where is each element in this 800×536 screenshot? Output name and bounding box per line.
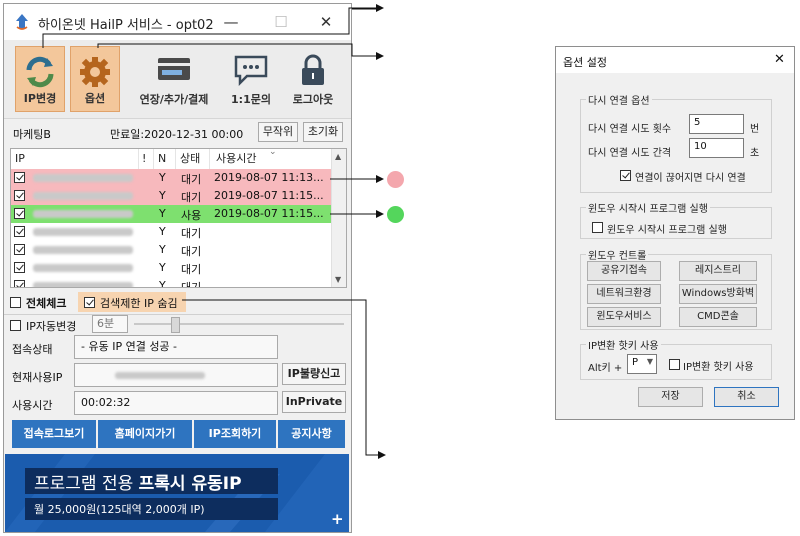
dialog-title-bar: 옵션 설정 ✕ <box>556 47 794 73</box>
dialog-save-button[interactable]: 저장 <box>638 387 703 407</box>
options-dialog: 옵션 설정 ✕ 다시 연결 옵션 다시 연결 시도 횟수 5 번 다시 연결 시… <box>555 46 795 420</box>
router-access-button[interactable]: 공유기접속 <box>587 261 661 281</box>
reconnect-group-title: 다시 연결 옵션 <box>586 92 652 107</box>
retry-count-label: 다시 연결 시도 횟수 <box>588 124 672 135</box>
hotkey-group-title: IP변환 핫키 사용 <box>586 337 661 352</box>
retry-interval-unit: 초 <box>750 148 760 159</box>
startup-checkbox[interactable] <box>592 222 603 233</box>
reconnect-on-drop-checkbox[interactable] <box>620 170 631 181</box>
network-env-button[interactable]: 네트워크환경 <box>587 284 661 304</box>
retry-interval-input[interactable]: 10 <box>689 138 744 158</box>
hotkey-checkbox[interactable] <box>669 359 680 370</box>
dialog-title: 옵션 설정 <box>563 56 607 69</box>
retry-count-input[interactable]: 5 <box>689 114 744 134</box>
reconnect-on-drop-label: 연결이 끊어지면 다시 연결 <box>635 173 746 184</box>
retry-count-unit: 번 <box>750 124 760 135</box>
firewall-button[interactable]: Windows방화벽 <box>679 284 757 304</box>
startup-group-title: 윈도우 시작시 프로그램 실행 <box>586 200 710 215</box>
hotkey-label: IP변환 핫키 사용 <box>683 362 754 373</box>
dialog-cancel-button[interactable]: 취소 <box>714 387 779 407</box>
hotkey-select[interactable]: P ▼ <box>627 354 657 374</box>
registry-button[interactable]: 레지스트리 <box>679 261 757 281</box>
windows-services-button[interactable]: 윈도우서비스 <box>587 307 661 327</box>
green-status-marker <box>387 206 404 223</box>
cmd-console-button[interactable]: CMD콘솔 <box>679 307 757 327</box>
chevron-down-icon: ▼ <box>646 357 653 366</box>
controls-group-title: 윈도우 컨트롤 <box>586 247 649 262</box>
hotkey-select-value: P <box>632 357 639 368</box>
startup-label: 윈도우 시작시 프로그램 실행 <box>607 225 727 236</box>
retry-interval-label: 다시 연결 시도 간격 <box>588 148 672 159</box>
red-status-marker <box>387 171 404 188</box>
hotkey-prefix: Alt키 + <box>588 363 623 374</box>
dialog-close-button[interactable]: ✕ <box>774 52 785 67</box>
